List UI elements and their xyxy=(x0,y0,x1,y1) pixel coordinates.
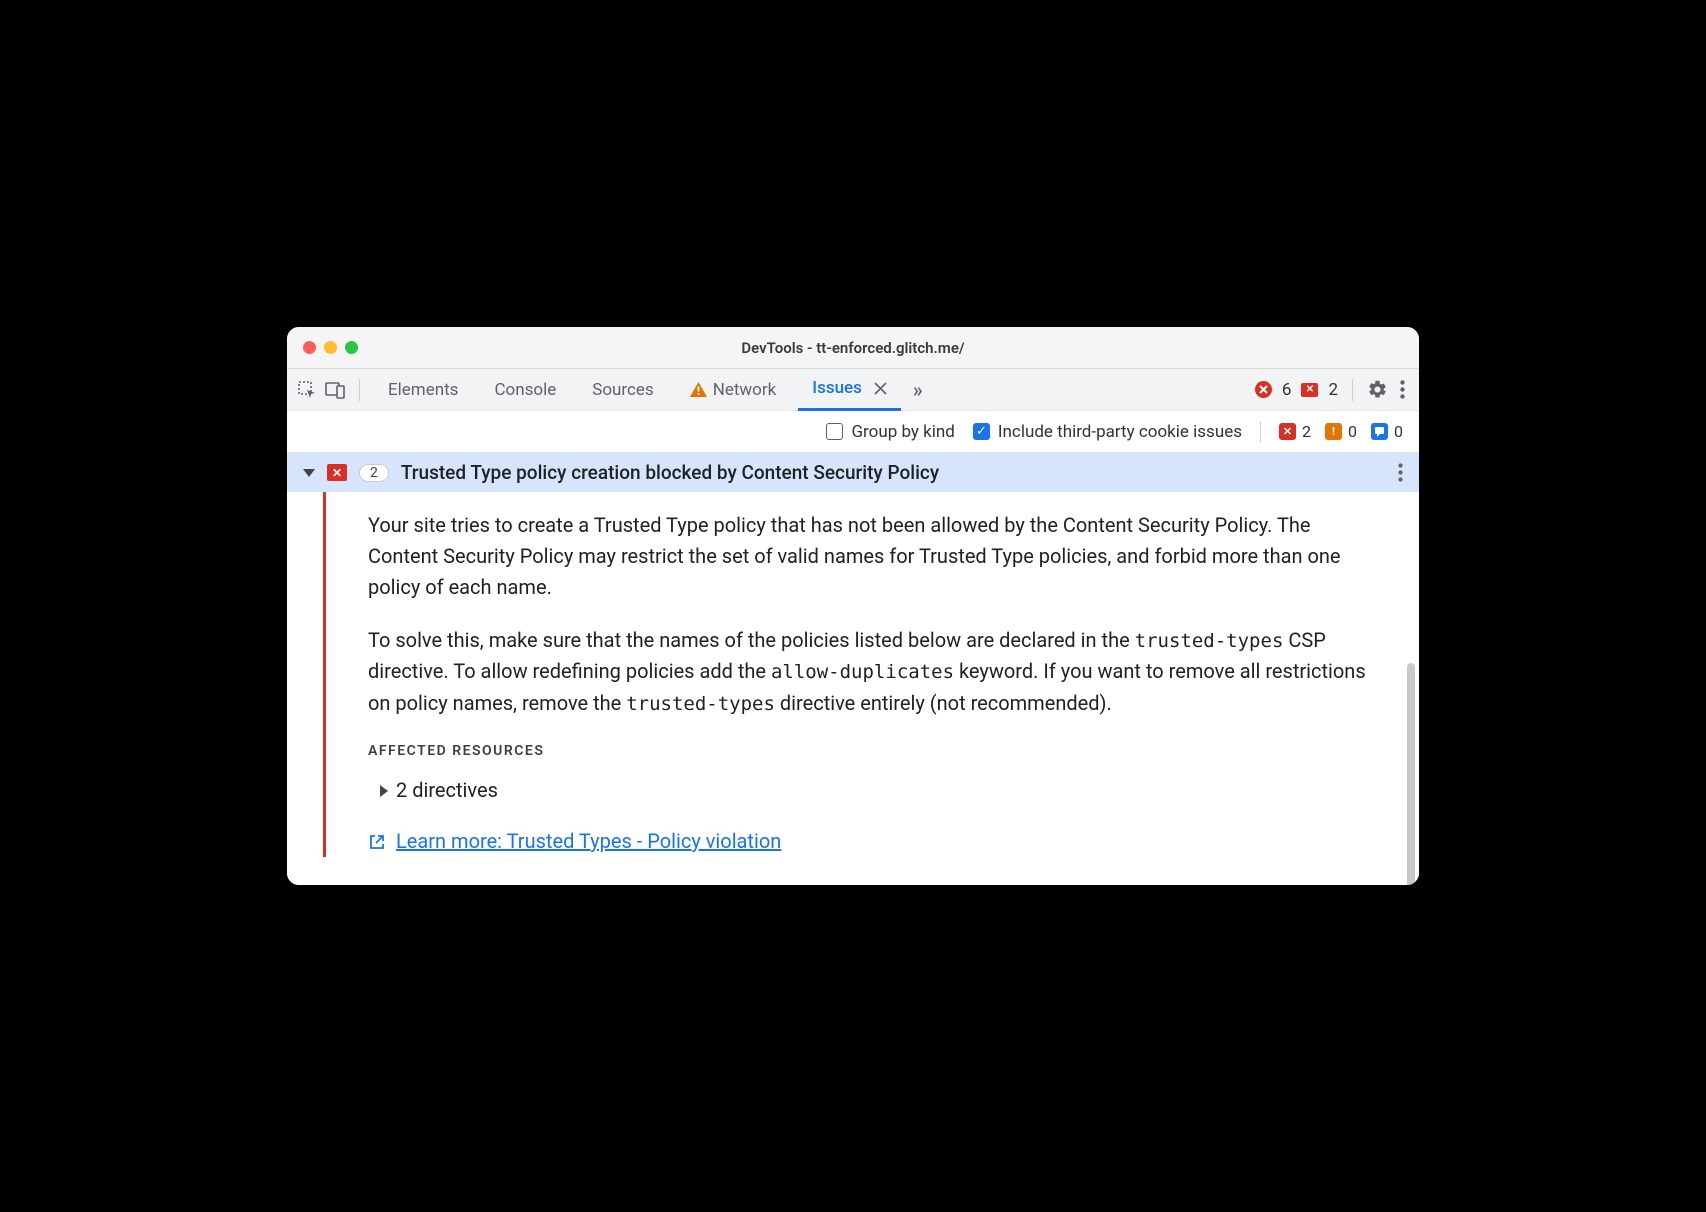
tab-label: Console xyxy=(494,380,556,400)
issue-description: Your site tries to create a Trusted Type… xyxy=(326,492,1419,857)
directives-label: 2 directives xyxy=(396,775,498,806)
minimize-window-button[interactable] xyxy=(324,341,337,354)
affected-directives-toggle[interactable]: 2 directives xyxy=(380,775,1379,806)
code-token: trusted-types xyxy=(1135,630,1284,652)
issue-body: Your site tries to create a Trusted Type… xyxy=(287,492,1419,857)
main-tabbar: Elements Console Sources Network Issues … xyxy=(287,369,1419,411)
overflow-tabs-icon[interactable]: » xyxy=(909,378,927,402)
tab-label: Sources xyxy=(592,380,653,400)
expand-icon xyxy=(380,785,388,797)
checkbox-icon: ✓ xyxy=(973,423,990,440)
inspect-icon[interactable] xyxy=(297,380,317,400)
page-error-icon: ✕ xyxy=(1279,423,1296,440)
window-controls xyxy=(303,341,358,354)
kebab-menu-icon[interactable] xyxy=(1396,380,1409,399)
tab-label: Issues xyxy=(812,378,862,398)
group-by-kind-checkbox[interactable]: Group by kind xyxy=(826,422,954,442)
learn-more-row: Learn more: Trusted Types - Policy viola… xyxy=(368,826,1379,857)
error-icon[interactable] xyxy=(1255,381,1272,398)
issue-paragraph: To solve this, make sure that the names … xyxy=(368,625,1379,719)
affected-resources-heading: AFFECTED RESOURCES xyxy=(368,741,1379,763)
issues-filter-bar: Group by kind ✓ Include third-party cook… xyxy=(287,411,1419,453)
breaking-change-count[interactable]: !0 xyxy=(1325,422,1357,441)
collapse-icon xyxy=(303,469,315,477)
window-title: DevTools - tt-enforced.glitch.me/ xyxy=(287,339,1419,357)
checkbox-label: Include third-party cookie issues xyxy=(998,422,1242,442)
separator xyxy=(1260,421,1261,443)
close-tab-icon[interactable] xyxy=(874,382,887,395)
issue-severity-icon: ✕ xyxy=(327,464,347,481)
issue-title: Trusted Type policy creation blocked by … xyxy=(401,461,1386,484)
checkbox-label: Group by kind xyxy=(851,422,954,442)
issue-menu-icon[interactable] xyxy=(1398,463,1403,482)
settings-icon[interactable] xyxy=(1367,379,1388,400)
issue-count-pill: 2 xyxy=(359,464,389,482)
tab-issues[interactable]: Issues xyxy=(798,369,901,411)
code-token: trusted-types xyxy=(626,693,775,715)
error-count: 6 xyxy=(1282,380,1292,400)
issues-panel: ✕ 2 Trusted Type policy creation blocked… xyxy=(287,453,1419,885)
separator xyxy=(1352,379,1353,401)
close-window-button[interactable] xyxy=(303,341,316,354)
tab-label: Elements xyxy=(388,380,458,400)
code-token: allow-duplicates xyxy=(771,661,954,683)
titlebar: DevTools - tt-enforced.glitch.me/ xyxy=(287,327,1419,369)
learn-more-link[interactable]: Learn more: Trusted Types - Policy viola… xyxy=(396,826,781,857)
improvement-icon xyxy=(1371,423,1388,440)
page-error-count[interactable]: ✕2 xyxy=(1279,422,1311,441)
top-status-counts: 6 ✕ 2 xyxy=(1255,380,1338,400)
issue-header[interactable]: ✕ 2 Trusted Type policy creation blocked… xyxy=(287,453,1419,492)
tab-elements[interactable]: Elements xyxy=(374,369,472,411)
separator xyxy=(359,379,360,401)
violation-icon[interactable]: ✕ xyxy=(1301,383,1318,397)
checkbox-icon xyxy=(826,423,843,440)
warning-icon xyxy=(690,382,707,397)
tab-label: Network xyxy=(713,380,777,400)
issue-paragraph: Your site tries to create a Trusted Type… xyxy=(368,510,1379,603)
maximize-window-button[interactable] xyxy=(345,341,358,354)
tab-console[interactable]: Console xyxy=(480,369,570,411)
tab-network[interactable]: Network xyxy=(676,369,791,411)
devtools-window: DevTools - tt-enforced.glitch.me/ Elemen… xyxy=(287,327,1419,885)
scrollbar-thumb[interactable] xyxy=(1407,663,1415,885)
improvement-count[interactable]: 0 xyxy=(1371,422,1403,441)
third-party-cookies-checkbox[interactable]: ✓ Include third-party cookie issues xyxy=(973,422,1242,442)
tab-sources[interactable]: Sources xyxy=(578,369,667,411)
violation-count: 2 xyxy=(1328,380,1338,400)
breaking-change-icon: ! xyxy=(1325,423,1342,440)
issue-kind-counts: ✕2 !0 0 xyxy=(1279,422,1403,441)
device-toolbar-icon[interactable] xyxy=(325,381,345,399)
external-link-icon xyxy=(368,833,386,851)
